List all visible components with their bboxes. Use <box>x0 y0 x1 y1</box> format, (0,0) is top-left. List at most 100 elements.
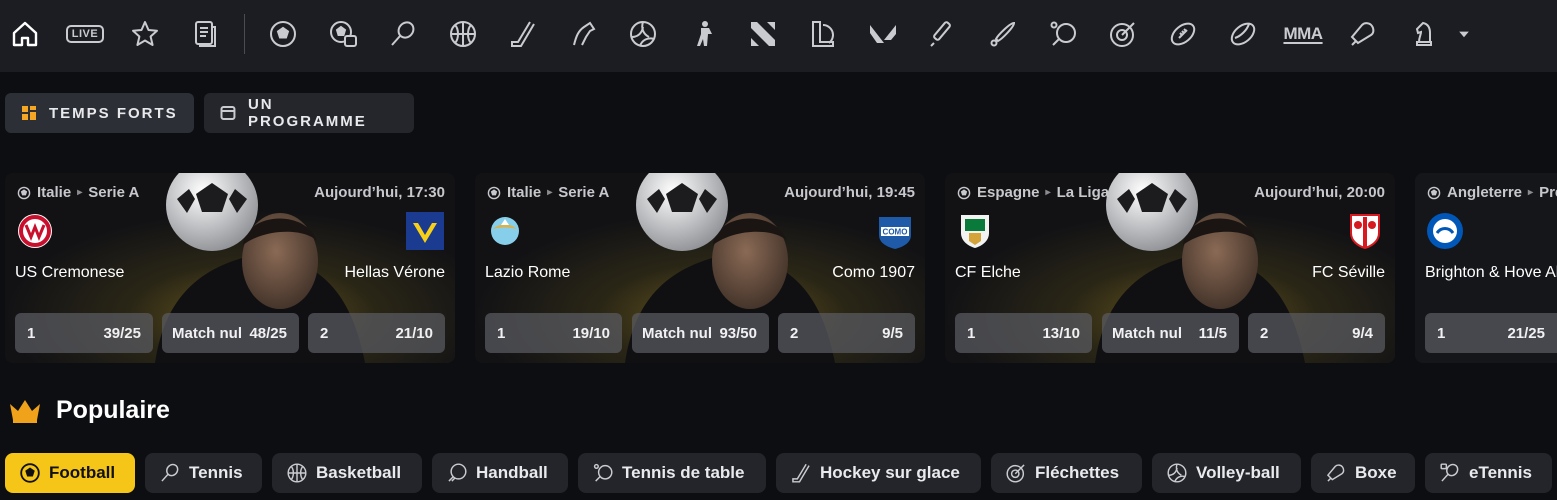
chip-label: Boxe <box>1355 463 1397 482</box>
odd-button-home[interactable]: 1 19/10 <box>485 313 622 353</box>
baseball-icon[interactable] <box>986 17 1020 51</box>
cricket-icon[interactable] <box>926 17 960 51</box>
odd-label: 1 <box>27 324 36 342</box>
chip-label: Volley-ball <box>1196 463 1280 482</box>
volleyball-icon <box>1167 463 1187 483</box>
odd-value: 48/25 <box>249 324 287 342</box>
team-logo-away <box>1350 214 1380 250</box>
betslip-icon[interactable] <box>188 17 222 51</box>
favorites-icon[interactable] <box>128 17 162 51</box>
odd-button-draw[interactable]: Match nul 93/50 <box>632 313 769 353</box>
team-logo-home <box>491 217 519 245</box>
tab-schedule-label: UN PROGRAMME <box>247 96 367 130</box>
chip-football[interactable]: Football <box>5 453 135 493</box>
highlight-card[interactable]: Angleterre ▸ Premier League Brighton & H… <box>1415 173 1557 363</box>
tab-schedule[interactable]: UN PROGRAMME <box>204 93 414 133</box>
chip-darts[interactable]: Fléchettes <box>991 453 1142 493</box>
basketball-icon <box>287 463 307 483</box>
chip-basketball[interactable]: Basketball <box>272 453 422 493</box>
team-logo-home <box>961 215 989 248</box>
odd-button-away[interactable]: 2 9/4 <box>1248 313 1385 353</box>
country-label: Angleterre <box>1447 184 1523 201</box>
chip-label: Handball <box>476 463 548 482</box>
match-header: Italie ▸ Serie A Aujourd’hui, 19:45 <box>487 184 915 201</box>
odd-value: 93/50 <box>719 324 757 342</box>
league-label: La Liga <box>1056 184 1110 201</box>
svg-text:COMO: COMO <box>883 228 908 237</box>
more-dropdown-icon[interactable] <box>1452 17 1476 51</box>
odd-label: 1 <box>497 324 506 342</box>
away-team-name: FC Séville <box>1312 264 1385 281</box>
odd-button-draw[interactable]: Match nul 48/25 <box>162 313 299 353</box>
dota2-icon[interactable] <box>746 17 780 51</box>
match-header: Italie ▸ Serie A Aujourd’hui, 17:30 <box>17 184 445 201</box>
table-tennis-icon[interactable] <box>1046 17 1080 51</box>
team-logo-home <box>1427 213 1463 249</box>
american-football-icon[interactable] <box>1166 17 1200 51</box>
counter-strike-icon[interactable] <box>688 17 722 51</box>
odd-value: 13/10 <box>1042 324 1080 342</box>
handball-icon <box>448 463 467 482</box>
tab-highlights[interactable]: TEMPS FORTS <box>5 93 194 133</box>
horse-racing-icon[interactable] <box>566 17 600 51</box>
football-icon <box>957 186 971 199</box>
match-time: Aujourd’hui, 19:45 <box>784 184 915 201</box>
odd-button-home[interactable]: 1 21/25 <box>1425 313 1557 353</box>
football-icon <box>1427 186 1441 199</box>
odd-value: 21/10 <box>395 324 433 342</box>
odd-value: 19/10 <box>572 324 610 342</box>
nav-separator <box>244 14 245 54</box>
odd-value: 9/5 <box>882 324 903 342</box>
chip-label: eTennis <box>1469 463 1532 482</box>
hockey-icon[interactable] <box>506 17 540 51</box>
team-logo-away: COMO <box>879 217 911 249</box>
league-label: Premier League <box>1539 184 1557 201</box>
mma-icon[interactable]: MMA <box>1283 17 1323 51</box>
chip-table-tennis[interactable]: Tennis de table <box>578 453 766 493</box>
team-logo-home <box>18 214 52 248</box>
chip-tennis[interactable]: Tennis <box>145 453 262 493</box>
home-team-name: CF Elche <box>955 264 1021 281</box>
chip-boxing[interactable]: Boxe <box>1311 453 1415 493</box>
football-virtual-icon[interactable] <box>326 17 360 51</box>
chip-handball[interactable]: Handball <box>432 453 568 493</box>
match-time: Aujourd’hui, 20:00 <box>1254 184 1385 201</box>
live-icon[interactable]: LIVE <box>65 17 105 51</box>
odd-button-away[interactable]: 2 9/5 <box>778 313 915 353</box>
basketball-icon[interactable] <box>446 17 480 51</box>
tennis-icon[interactable] <box>386 17 420 51</box>
volleyball-icon[interactable] <box>626 17 660 51</box>
odd-label: Match nul <box>1112 324 1182 342</box>
chess-icon[interactable] <box>1406 17 1440 51</box>
chip-volleyball[interactable]: Volley-ball <box>1152 453 1301 493</box>
football-icon[interactable] <box>266 17 300 51</box>
odd-button-draw[interactable]: Match nul 11/5 <box>1102 313 1239 353</box>
odd-button-home[interactable]: 1 39/25 <box>15 313 153 353</box>
odd-label: Match nul <box>172 324 242 342</box>
rugby-icon[interactable] <box>1226 17 1260 51</box>
odd-value: 21/25 <box>1507 324 1545 342</box>
valorant-icon[interactable] <box>866 17 900 51</box>
away-team-name: Hellas Vérone <box>344 264 446 281</box>
chip-label: Tennis <box>189 463 243 482</box>
sports-nav-bar: LIVE MMA <box>0 0 1557 72</box>
popular-title-text: Populaire <box>56 396 170 424</box>
calendar-icon <box>220 106 236 120</box>
boxing-icon[interactable] <box>1346 17 1380 51</box>
chip-label: Tennis de table <box>622 463 745 482</box>
home-team-name: Lazio Rome <box>485 264 571 281</box>
odd-button-away[interactable]: 2 21/10 <box>308 313 445 353</box>
tennis-icon <box>161 463 179 482</box>
chip-etennis[interactable]: eTennis <box>1425 453 1552 493</box>
match-header: Espagne ▸ La Liga Aujourd’hui, 20:00 <box>957 184 1385 201</box>
odd-value: 11/5 <box>1198 324 1227 342</box>
darts-icon[interactable] <box>1106 17 1140 51</box>
ice-hockey-icon <box>792 463 810 483</box>
away-team-name: Como 1907 <box>832 264 915 281</box>
league-of-legends-icon[interactable] <box>806 17 840 51</box>
odd-button-home[interactable]: 1 13/10 <box>955 313 1092 353</box>
home-icon[interactable] <box>8 17 42 51</box>
odd-label: 2 <box>320 324 329 342</box>
chip-ice-hockey[interactable]: Hockey sur glace <box>776 453 981 493</box>
country-label: Espagne <box>977 184 1040 201</box>
